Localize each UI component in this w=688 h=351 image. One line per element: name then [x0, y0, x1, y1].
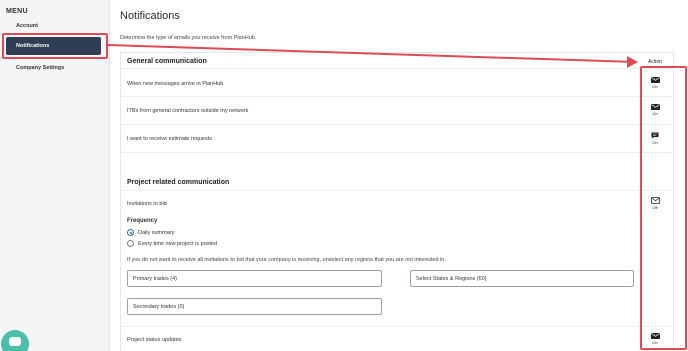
divider [120, 96, 674, 97]
divider [120, 152, 674, 153]
page-title: Notifications [120, 10, 180, 22]
annotation-highlight-notifications [2, 33, 108, 59]
annotation-highlight-action-column [640, 66, 687, 350]
row-label-project-status-updates: Project status updates [127, 337, 182, 343]
radio-label-daily-summary: Daily summary [138, 230, 175, 236]
row-label-itbs-outside-network: ITBs from general contractors outside my… [127, 108, 249, 114]
divider [120, 326, 674, 327]
regions-info-text: If you do not want to receive all invita… [127, 257, 446, 263]
divider [120, 68, 674, 69]
action-column-header: Action [648, 59, 662, 65]
divider [120, 190, 674, 191]
chat-widget-button[interactable] [1, 330, 29, 351]
frequency-label: Frequency [127, 218, 158, 224]
section-title-project: Project related communication [127, 179, 230, 186]
select-value: Select States & Regions (60) [416, 276, 487, 282]
sidebar-item-account[interactable]: Account [16, 23, 38, 29]
radio-label-every-new-project: Every time new project is posted [138, 241, 218, 247]
chat-bubble-icon [9, 337, 21, 346]
sidebar-item-company-settings[interactable]: Company Settings [16, 65, 64, 71]
states-regions-select[interactable]: Select States & Regions (60) [410, 270, 634, 287]
row-label-new-messages: When new messages arrive in PlanHub [127, 81, 224, 87]
row-label-invitations-to-bid: Invitations to bid [127, 201, 167, 207]
page-description: Determine the type of emails you receive… [120, 35, 257, 41]
section-title-general: General communication [127, 58, 207, 65]
divider [120, 124, 674, 125]
radio-daily-summary[interactable] [127, 229, 134, 236]
select-value: Secondary trades (0) [133, 304, 185, 310]
select-value: Primary trades (4) [133, 276, 178, 282]
annotation-arrow-head [627, 56, 638, 68]
primary-trades-select[interactable]: Primary trades (4) [127, 270, 382, 287]
row-label-estimate-requests: I want to receive estimate requests [127, 136, 212, 142]
menu-title: MENU [6, 8, 28, 15]
radio-every-new-project[interactable] [127, 240, 134, 247]
secondary-trades-select[interactable]: Secondary trades (0) [127, 298, 382, 315]
